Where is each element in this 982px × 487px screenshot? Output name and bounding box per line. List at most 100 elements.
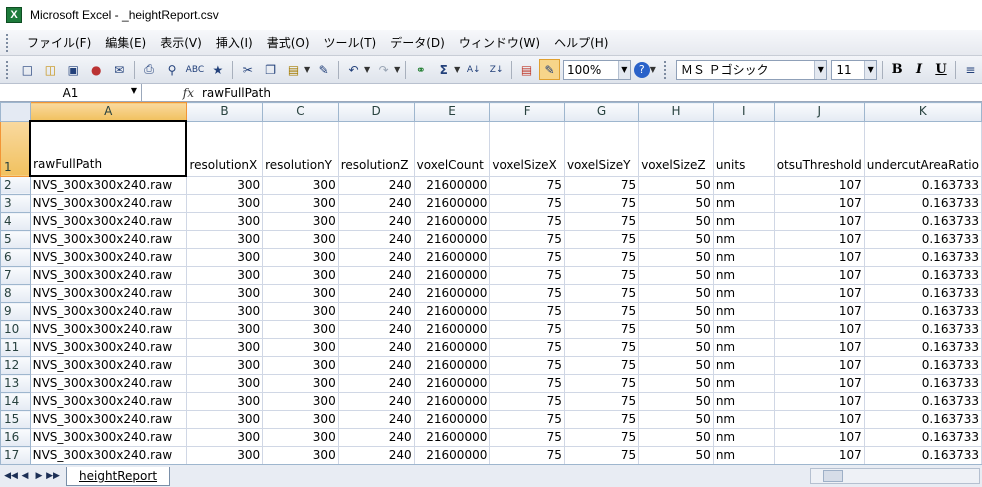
menu-window[interactable]: ウィンドウ(W) — [452, 34, 547, 51]
cell[interactable]: 21600000 — [413, 266, 491, 285]
cell[interactable]: 300 — [262, 194, 339, 213]
cell[interactable]: 300 — [262, 392, 339, 411]
cell[interactable]: 75 — [489, 266, 565, 285]
row-header[interactable]: 6 — [0, 248, 31, 267]
cell[interactable]: nm — [712, 320, 775, 339]
cell[interactable]: 240 — [337, 392, 415, 411]
sort-ascending-icon[interactable]: A↓ — [463, 59, 484, 80]
cell[interactable]: 300 — [185, 230, 264, 249]
menu-help[interactable]: ヘルプ(H) — [547, 34, 615, 51]
cell[interactable]: 107 — [773, 230, 865, 249]
last-sheet-icon[interactable]: ▶▶ — [46, 467, 60, 485]
cell[interactable]: 75 — [489, 446, 565, 464]
cell[interactable]: 75 — [489, 356, 565, 375]
chevron-down-icon[interactable]: ▼ — [617, 60, 630, 79]
cell[interactable]: 300 — [262, 320, 339, 339]
cell[interactable]: 240 — [337, 248, 415, 267]
cell[interactable]: 75 — [489, 428, 565, 447]
column-header[interactable]: A — [29, 102, 187, 122]
cell[interactable]: 300 — [185, 320, 264, 339]
cell[interactable]: 107 — [773, 356, 865, 375]
column-header[interactable]: K — [863, 102, 982, 122]
save-icon[interactable]: ▣ — [63, 59, 84, 80]
chevron-down-icon[interactable]: ▼ — [131, 86, 137, 95]
select-all-corner[interactable] — [0, 102, 31, 122]
cell[interactable]: 240 — [337, 428, 415, 447]
header-cell[interactable]: voxelSizeY — [563, 120, 640, 177]
cell[interactable]: 75 — [489, 175, 565, 195]
menu-grip[interactable] — [6, 33, 12, 52]
cell[interactable]: 75 — [563, 356, 640, 375]
undo-dropdown-icon[interactable]: ▼ — [364, 65, 370, 74]
column-header[interactable]: D — [337, 102, 415, 122]
cell[interactable]: 75 — [489, 392, 565, 411]
cell[interactable]: NVS_300x300x240.raw — [29, 266, 187, 285]
cell[interactable]: NVS_300x300x240.raw — [29, 428, 187, 447]
cell[interactable]: 75 — [563, 194, 640, 213]
cell[interactable]: 300 — [262, 175, 339, 195]
cell[interactable]: 75 — [563, 410, 640, 429]
cell[interactable]: 300 — [185, 302, 264, 321]
cell[interactable]: 300 — [185, 392, 264, 411]
cell[interactable]: nm — [712, 230, 775, 249]
cell[interactable]: 0.163733 — [863, 392, 982, 411]
row-header[interactable]: 2 — [0, 175, 31, 195]
cell[interactable]: 75 — [563, 284, 640, 303]
cell[interactable]: 240 — [337, 266, 415, 285]
redo-dropdown-icon[interactable]: ▼ — [394, 65, 400, 74]
cell[interactable]: 107 — [773, 338, 865, 357]
row-header[interactable]: 1 — [0, 120, 31, 177]
cell[interactable]: 240 — [337, 212, 415, 231]
cell[interactable]: 107 — [773, 446, 865, 464]
cell[interactable]: 50 — [638, 302, 714, 321]
column-header[interactable]: C — [262, 102, 339, 122]
cell[interactable]: 75 — [563, 338, 640, 357]
paste-icon[interactable]: ▤ — [283, 59, 304, 80]
cell[interactable]: nm — [712, 356, 775, 375]
menu-format[interactable]: 書式(O) — [260, 34, 317, 51]
cell[interactable]: NVS_300x300x240.raw — [29, 374, 187, 393]
cell[interactable]: 0.163733 — [863, 446, 982, 464]
cell[interactable]: 300 — [185, 410, 264, 429]
cell[interactable]: 300 — [262, 374, 339, 393]
cell[interactable]: nm — [712, 284, 775, 303]
cell[interactable]: 21600000 — [413, 230, 491, 249]
italic-button[interactable]: I — [908, 59, 930, 80]
cell[interactable]: NVS_300x300x240.raw — [29, 230, 187, 249]
column-header[interactable]: I — [712, 102, 775, 122]
row-header[interactable]: 5 — [0, 230, 31, 249]
help-icon[interactable]: ? — [633, 61, 650, 78]
cell[interactable]: 21600000 — [413, 374, 491, 393]
cell[interactable]: 300 — [185, 284, 264, 303]
cell[interactable]: 75 — [489, 194, 565, 213]
cell[interactable]: 50 — [638, 266, 714, 285]
cell[interactable]: 240 — [337, 338, 415, 357]
cell[interactable]: 21600000 — [413, 175, 491, 195]
cell[interactable]: 21600000 — [413, 392, 491, 411]
new-file-icon[interactable]: □ — [17, 59, 38, 80]
cell[interactable]: 75 — [563, 320, 640, 339]
cell[interactable]: 21600000 — [413, 338, 491, 357]
menu-insert[interactable]: 挿入(I) — [209, 34, 260, 51]
cell[interactable]: 75 — [489, 284, 565, 303]
cell[interactable]: 107 — [773, 175, 865, 195]
header-cell[interactable]: units — [712, 120, 775, 177]
autosum-icon[interactable]: Σ — [433, 59, 454, 80]
cell[interactable]: 240 — [337, 356, 415, 375]
cell[interactable]: 300 — [262, 428, 339, 447]
cell[interactable]: nm — [712, 392, 775, 411]
cell[interactable]: 300 — [262, 284, 339, 303]
cell[interactable]: 75 — [563, 302, 640, 321]
row-header[interactable]: 8 — [0, 284, 31, 303]
row-header[interactable]: 4 — [0, 212, 31, 231]
cell[interactable]: nm — [712, 266, 775, 285]
cell[interactable]: nm — [712, 302, 775, 321]
header-cell[interactable]: resolutionX — [185, 120, 264, 177]
chart-wizard-icon[interactable]: ▤ — [516, 59, 537, 80]
cell[interactable]: 50 — [638, 338, 714, 357]
cell[interactable]: 75 — [489, 230, 565, 249]
cell[interactable]: 75 — [563, 248, 640, 267]
column-header[interactable]: G — [563, 102, 640, 122]
cell[interactable]: 300 — [262, 212, 339, 231]
cell[interactable]: NVS_300x300x240.raw — [29, 356, 187, 375]
